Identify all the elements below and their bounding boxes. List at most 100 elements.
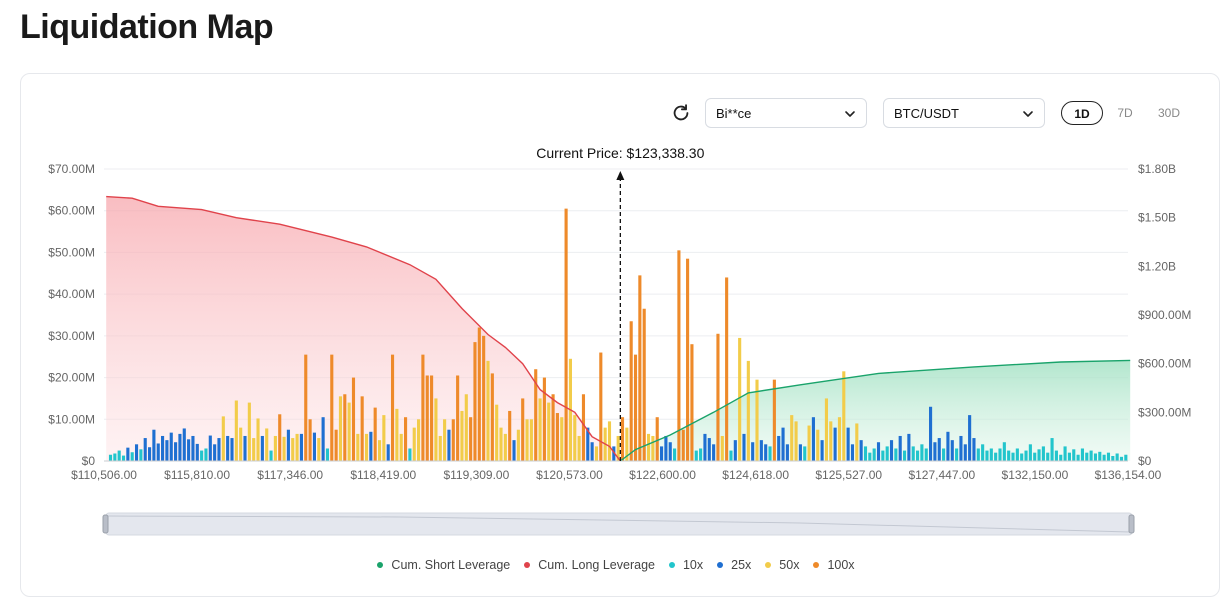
bar-x50[interactable] <box>247 402 251 461</box>
bar-x25[interactable] <box>950 440 954 461</box>
bar-x10[interactable] <box>942 448 946 461</box>
bar-x50[interactable] <box>790 415 794 461</box>
bar-x50[interactable] <box>560 417 564 461</box>
bar-x10[interactable] <box>1024 450 1028 461</box>
bar-x25[interactable] <box>178 433 182 461</box>
bar-x50[interactable] <box>538 398 542 461</box>
bar-x100[interactable] <box>508 410 512 461</box>
legend-item-x100[interactable]: 100x <box>813 558 855 572</box>
bar-x50[interactable] <box>412 427 416 461</box>
bar-x25[interactable] <box>907 433 911 461</box>
bar-x100[interactable] <box>278 414 282 461</box>
bar-x100[interactable] <box>629 321 633 461</box>
bar-x10[interactable] <box>1067 452 1071 461</box>
bar-x10[interactable] <box>911 446 915 461</box>
bar-x100[interactable] <box>351 377 356 461</box>
bar-x50[interactable] <box>338 396 343 461</box>
bar-x100[interactable] <box>308 419 312 461</box>
bar-x10[interactable] <box>1046 452 1050 461</box>
bar-x25[interactable] <box>299 433 303 461</box>
bar-x100[interactable] <box>473 342 477 461</box>
bar-x50[interactable] <box>547 402 551 461</box>
bar-x10[interactable] <box>1028 444 1032 461</box>
bar-x10[interactable] <box>117 450 121 461</box>
bar-x100[interactable] <box>373 407 377 461</box>
bar-x10[interactable] <box>204 448 208 461</box>
bar-x50[interactable] <box>807 425 811 461</box>
bar-x100[interactable] <box>716 333 720 461</box>
bar-x25[interactable] <box>759 440 763 461</box>
bar-x10[interactable] <box>1033 452 1037 461</box>
bar-x25[interactable] <box>152 429 156 461</box>
bar-x25[interactable] <box>156 443 160 461</box>
bar-x25[interactable] <box>963 444 967 461</box>
bar-x100[interactable] <box>390 354 395 461</box>
bar-x10[interactable] <box>108 454 113 461</box>
bar-x50[interactable] <box>265 428 269 461</box>
bar-x25[interactable] <box>846 427 850 461</box>
bar-x25[interactable] <box>243 435 247 461</box>
bar-x10[interactable] <box>994 452 998 461</box>
bar-x100[interactable] <box>404 417 408 461</box>
bar-x25[interactable] <box>959 435 963 461</box>
bar-x100[interactable] <box>490 373 494 461</box>
bar-x10[interactable] <box>920 444 924 461</box>
bar-x50[interactable] <box>499 427 503 461</box>
bar-x25[interactable] <box>668 442 672 461</box>
bar-x10[interactable] <box>113 453 117 461</box>
bar-x50[interactable] <box>646 433 651 461</box>
bar-x25[interactable] <box>833 427 837 461</box>
bar-x10[interactable] <box>1098 451 1102 461</box>
bar-x50[interactable] <box>529 419 533 461</box>
bar-x10[interactable] <box>408 448 412 461</box>
bar-x50[interactable] <box>438 435 442 461</box>
bar-x10[interactable] <box>694 450 698 461</box>
bar-x10[interactable] <box>325 448 330 461</box>
bar-x25[interactable] <box>707 438 711 461</box>
bar-x25[interactable] <box>859 440 863 461</box>
bar-x50[interactable] <box>291 438 295 461</box>
bar-x10[interactable] <box>269 450 273 461</box>
bar-x50[interactable] <box>395 408 399 461</box>
bar-x25[interactable] <box>937 438 941 461</box>
bar-x50[interactable] <box>364 433 369 461</box>
bar-x100[interactable] <box>638 275 642 461</box>
bar-x100[interactable] <box>690 344 694 461</box>
bar-x10[interactable] <box>1093 453 1098 461</box>
legend-item-short[interactable]: Cum. Short Leverage <box>377 558 510 572</box>
bar-x50[interactable] <box>738 337 742 461</box>
bar-x50[interactable] <box>234 400 238 461</box>
bar-x10[interactable] <box>1072 449 1076 461</box>
bar-x10[interactable] <box>1011 452 1015 461</box>
bar-x10[interactable] <box>1111 455 1115 461</box>
bar-x100[interactable] <box>686 258 690 461</box>
bar-x50[interactable] <box>443 419 447 461</box>
bar-x50[interactable] <box>573 415 577 461</box>
bar-x25[interactable] <box>165 440 169 461</box>
bar-x25[interactable] <box>226 435 230 461</box>
bar-x25[interactable] <box>260 435 264 461</box>
bar-x100[interactable] <box>482 335 486 461</box>
bar-x50[interactable] <box>273 435 277 461</box>
bar-x25[interactable] <box>213 444 217 461</box>
bar-x10[interactable] <box>1002 442 1006 461</box>
bar-x50[interactable] <box>464 394 468 461</box>
bar-x10[interactable] <box>885 446 889 461</box>
bar-x10[interactable] <box>863 446 868 461</box>
bar-x50[interactable] <box>816 429 820 461</box>
bar-x25[interactable] <box>187 439 191 461</box>
bar-x25[interactable] <box>126 447 130 461</box>
bar-x25[interactable] <box>161 435 165 461</box>
bar-x25[interactable] <box>169 432 173 461</box>
legend-item-long[interactable]: Cum. Long Leverage <box>524 558 655 572</box>
bar-x25[interactable] <box>777 435 781 461</box>
bar-x100[interactable] <box>681 429 685 461</box>
bar-x10[interactable] <box>1106 452 1111 461</box>
bar-x25[interactable] <box>195 443 199 461</box>
bar-x50[interactable] <box>282 436 286 461</box>
bar-x100[interactable] <box>542 377 546 461</box>
bar-x25[interactable] <box>182 428 186 461</box>
bar-x10[interactable] <box>989 448 993 461</box>
bar-x100[interactable] <box>456 375 460 461</box>
bar-x100[interactable] <box>330 354 334 461</box>
